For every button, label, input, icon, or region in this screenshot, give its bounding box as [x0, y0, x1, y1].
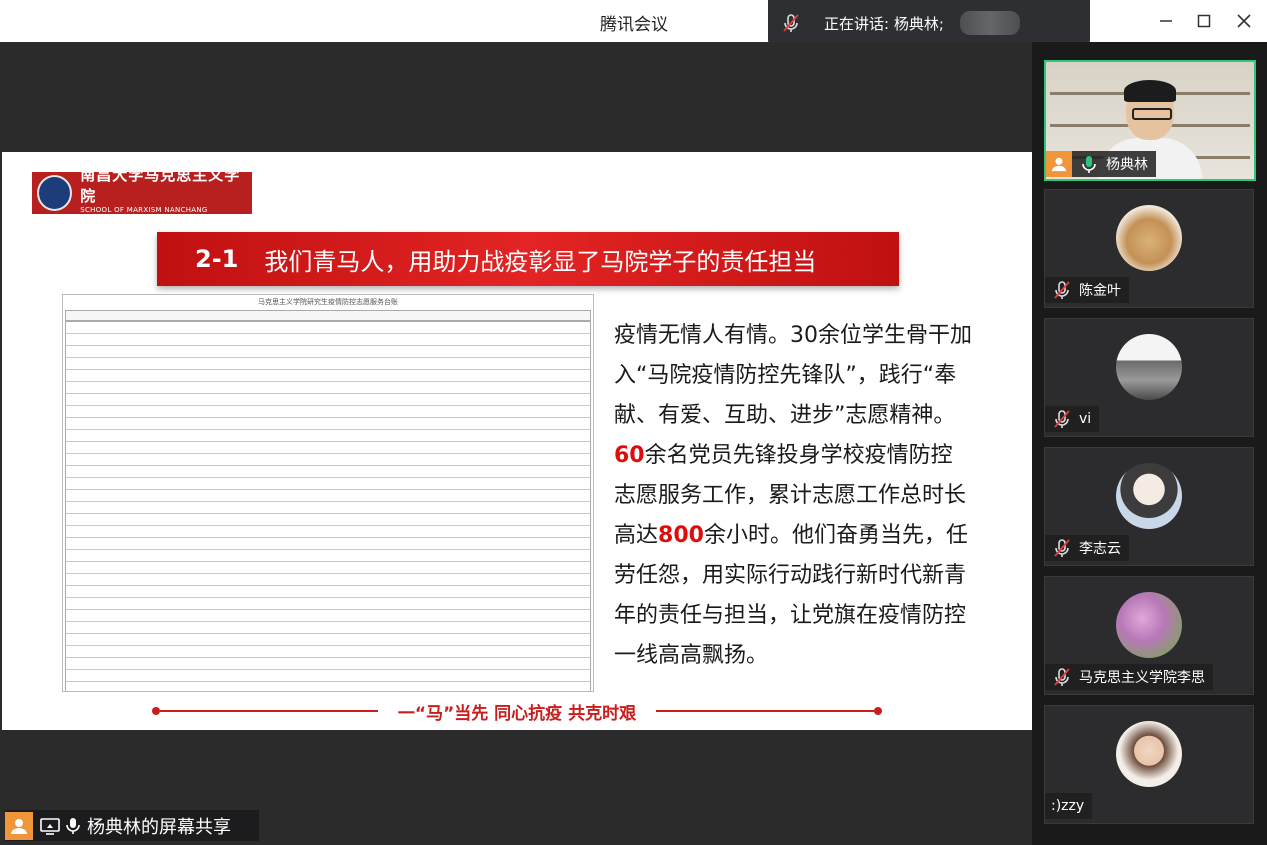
minimize-icon	[1160, 20, 1172, 22]
mic-muted-icon	[1054, 539, 1070, 557]
participant-name-tag: :)zzy	[1045, 793, 1093, 819]
table-rows	[65, 321, 591, 691]
minimize-button[interactable]	[1152, 8, 1180, 34]
close-icon	[1237, 14, 1251, 28]
screen-share-owner: 杨典林的屏幕共享	[87, 816, 231, 838]
participant-tile[interactable]: 李志云	[1044, 447, 1254, 566]
participant-tile[interactable]: vi	[1044, 318, 1254, 437]
close-button[interactable]	[1230, 8, 1258, 34]
participant-name: :)zzy	[1051, 798, 1085, 814]
maximize-button[interactable]	[1190, 8, 1218, 34]
app-title: 腾讯会议	[600, 15, 668, 35]
presentation-slide: 南昌大学马克思主义学院 SCHOOL OF MARXISM NANCHANG U…	[2, 152, 1032, 730]
photo-avatar	[1116, 334, 1182, 400]
mic-muted-icon	[783, 14, 799, 32]
slide-paragraph: 疫情无情人有情。30余位学生骨干加入“马院疫情防控先锋队”，践行“奉献、有爱、互…	[614, 316, 974, 676]
child-avatar	[1116, 721, 1182, 787]
speaking-label: 正在讲话: 杨典林;	[824, 14, 944, 33]
participant-name-tag: 马克思主义学院李思	[1045, 664, 1213, 690]
dog-avatar	[1116, 205, 1182, 271]
footer-slogan: 一“马”当先 同心抗疫 共克时艰	[397, 703, 637, 724]
mic-muted-icon	[1054, 281, 1070, 299]
footer-dot-right	[874, 707, 882, 715]
participant-tile[interactable]: 陈金叶	[1044, 189, 1254, 308]
logo-english-name: SCHOOL OF MARXISM NANCHANG UNIVERSITY	[80, 206, 208, 222]
speaking-indicator: 正在讲话: 杨典林;	[768, 0, 1090, 46]
participant-name: vi	[1079, 411, 1092, 427]
mic-icon	[66, 817, 80, 834]
footer-dot-left	[152, 707, 160, 715]
maximize-icon	[1197, 14, 1211, 28]
highlight-number-800: 800	[658, 523, 704, 548]
participant-name: 陈金叶	[1079, 283, 1121, 299]
slide-footer: 一“马”当先 同心抗疫 共克时艰	[152, 698, 882, 724]
participant-tile[interactable]: 马克思主义学院李思	[1044, 576, 1254, 695]
footer-line-left	[160, 710, 378, 712]
participant-list: 杨典林 陈金叶 vi 李志云 马克思主义学院李思 :)zzy	[1032, 42, 1267, 845]
participant-name: 马克思主义学院李思	[1079, 670, 1205, 686]
mic-muted-icon	[1054, 410, 1070, 428]
mic-muted-icon	[1054, 668, 1070, 686]
illustrated-avatar	[1116, 463, 1182, 529]
university-seal-icon	[37, 175, 73, 211]
screen-share-icon	[40, 817, 60, 835]
mic-icon	[1082, 156, 1096, 173]
participant-name-tag: vi	[1045, 406, 1100, 432]
flower-avatar	[1116, 592, 1182, 658]
speaker-waveform-icon	[959, 11, 1020, 35]
participant-name-tag: 李志云	[1045, 535, 1129, 561]
logo-chinese-name: 南昌大学马克思主义学院	[80, 166, 241, 205]
participant-name-tag: 陈金叶	[1045, 277, 1129, 303]
screen-share-label[interactable]: 杨典林的屏幕共享	[5, 810, 259, 841]
footer-line-right	[656, 710, 874, 712]
user-avatar-icon	[5, 811, 33, 840]
paragraph-part-1: 疫情无情人有情。30余位学生骨干加入“马院疫情防控先锋队”，践行“奉献、有爱、互…	[614, 323, 972, 428]
table-title: 马克思主义学院研究生疫情防控志愿服务台账	[258, 298, 398, 306]
section-heading: 我们青马人，用助力战疫彰显了马院学子的责任担当	[264, 247, 817, 276]
table-header-row	[65, 310, 591, 321]
user-avatar-icon	[1046, 151, 1072, 177]
participant-name-tag: 杨典林	[1046, 151, 1156, 177]
section-banner: 2-1 我们青马人，用助力战疫彰显了马院学子的责任担当	[157, 232, 899, 286]
participant-name: 杨典林	[1106, 157, 1148, 173]
participant-tile[interactable]: :)zzy	[1044, 705, 1254, 824]
participant-name: 李志云	[1079, 541, 1121, 557]
volunteer-table-image: 马克思主义学院研究生疫情防控志愿服务台账	[62, 294, 594, 692]
university-logo: 南昌大学马克思主义学院 SCHOOL OF MARXISM NANCHANG U…	[32, 166, 252, 222]
highlight-number-60: 60	[614, 443, 645, 468]
section-number: 2-1	[195, 245, 239, 273]
participant-tile[interactable]: 杨典林	[1044, 60, 1256, 181]
